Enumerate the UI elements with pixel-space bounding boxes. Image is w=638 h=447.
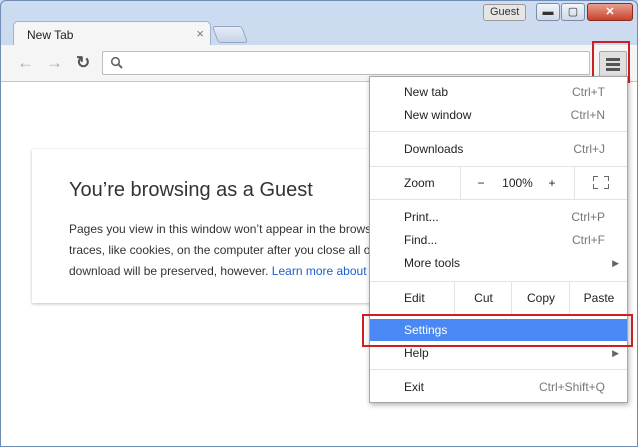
tab-close-icon[interactable]: × (196, 26, 204, 41)
omnibox-input[interactable] (102, 51, 590, 75)
menu-item-label: Print... (404, 210, 439, 224)
guest-text-line-3-text: download will be preserved, however. (69, 264, 269, 278)
menu-item-shortcut: Ctrl+J (573, 142, 605, 156)
tab-new-tab[interactable]: New Tab × (13, 21, 211, 46)
menu-item-label: New tab (404, 85, 449, 99)
copy-button[interactable]: Copy (511, 282, 570, 314)
menu-item-exit[interactable]: Exit Ctrl+Shift+Q (370, 376, 627, 398)
menu-item-shortcut: Ctrl+T (572, 85, 605, 99)
guest-badge[interactable]: Guest (483, 4, 527, 21)
guest-text-line-1: Pages you view in this window won’t appe… (69, 222, 372, 236)
zoom-out-button[interactable]: − (460, 167, 501, 199)
maximize-button[interactable]: ▢ (561, 3, 585, 21)
back-arrow-icon[interactable]: ← (17, 53, 34, 73)
zoom-plus-icon: + (548, 176, 556, 190)
close-icon: ✕ (605, 6, 615, 18)
menu-item-new-tab[interactable]: New tab Ctrl+T (370, 81, 627, 103)
menu-item-print[interactable]: Print... Ctrl+P (370, 206, 627, 228)
edit-label: Edit (404, 291, 425, 305)
reload-icon[interactable]: ↻ (76, 53, 90, 73)
paste-button[interactable]: Paste (569, 282, 628, 314)
guest-title: You’re browsing as a Guest (69, 179, 313, 201)
chrome-menu: New tab Ctrl+T New window Ctrl+N Downloa… (369, 76, 628, 403)
menu-item-label: Find... (404, 233, 438, 247)
cut-button[interactable]: Cut (454, 282, 512, 314)
settings-highlight (362, 314, 633, 347)
copy-label: Copy (526, 291, 555, 305)
zoom-in-button[interactable]: + (535, 167, 569, 199)
zoom-label: Zoom (404, 176, 435, 190)
minimize-icon: ▬ (542, 6, 554, 18)
guest-description: Pages you view in this window won’t appe… (69, 219, 382, 282)
menu-item-downloads[interactable]: Downloads Ctrl+J (370, 138, 627, 160)
menu-edit-row: Edit Cut Copy Paste (370, 282, 627, 314)
learn-more-link[interactable]: Learn more about (272, 264, 367, 278)
fullscreen-button[interactable] (574, 167, 628, 199)
guest-text-line-3: download will be preserved, however. Lea… (69, 261, 382, 282)
guest-info-card: You’re browsing as a Guest Pages you vie… (32, 149, 382, 303)
zoom-minus-icon: − (477, 176, 485, 190)
menu-separator (370, 199, 627, 200)
menu-item-more-tools[interactable]: More tools ▶ (370, 252, 627, 274)
menu-item-label: Exit (404, 380, 425, 394)
zoom-value: 100% (502, 176, 533, 190)
cut-label: Cut (474, 291, 493, 305)
menu-item-shortcut: Ctrl+N (570, 108, 605, 122)
menu-item-label: New window (404, 108, 472, 122)
menu-item-shortcut: Ctrl+Shift+Q (538, 380, 605, 394)
maximize-icon: ▢ (567, 6, 579, 18)
new-tab-button[interactable] (211, 26, 249, 43)
menu-item-shortcut: Ctrl+P (571, 210, 605, 224)
submenu-arrow-icon: ▶ (612, 258, 619, 268)
search-icon (110, 56, 123, 69)
minimize-button[interactable]: ▬ (536, 3, 560, 21)
close-window-button[interactable]: ✕ (587, 3, 633, 21)
menu-item-label: More tools (404, 256, 461, 270)
menu-separator (370, 131, 627, 132)
menu-separator (370, 369, 627, 370)
paste-label: Paste (583, 291, 615, 305)
menu-item-new-window[interactable]: New window Ctrl+N (370, 104, 627, 126)
menu-item-shortcut: Ctrl+F (572, 233, 605, 247)
menu-item-find[interactable]: Find... Ctrl+F (370, 229, 627, 251)
menu-zoom-row: Zoom − 100% + (370, 167, 627, 199)
forward-arrow-icon[interactable]: → (46, 53, 63, 73)
fullscreen-icon (593, 176, 609, 189)
menu-item-label: Downloads (404, 142, 464, 156)
tab-title: New Tab (27, 28, 74, 42)
guest-text-line-2: traces, like cookies, on the computer af… (69, 243, 371, 257)
